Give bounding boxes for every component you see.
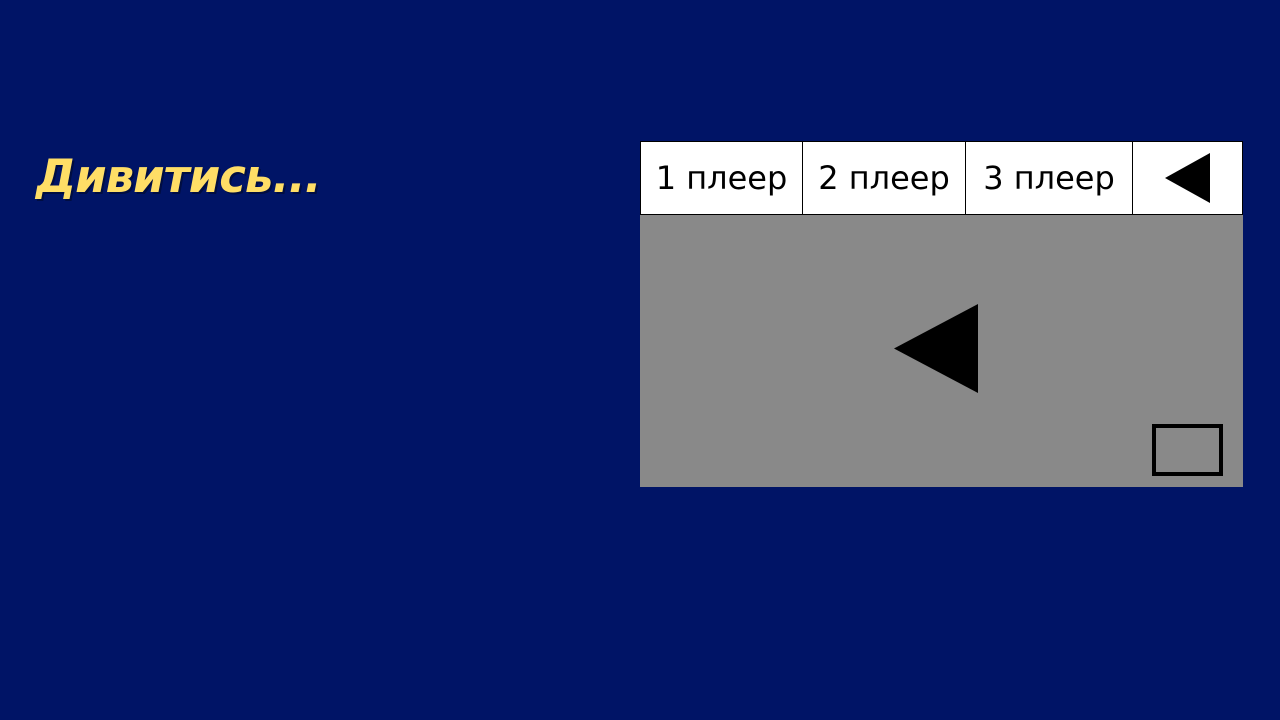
tab-player-3[interactable]: 3 плеер bbox=[966, 142, 1133, 214]
video-player: 1 плеер 2 плеер 3 плеер bbox=[640, 141, 1243, 487]
back-button[interactable] bbox=[1133, 142, 1242, 214]
triangle-left-icon bbox=[1164, 153, 1210, 203]
player-tabs: 1 плеер 2 плеер 3 плеер bbox=[640, 141, 1243, 215]
fullscreen-button[interactable] bbox=[1152, 424, 1223, 476]
tab-player-2[interactable]: 2 плеер bbox=[803, 142, 966, 214]
play-button[interactable] bbox=[894, 304, 978, 393]
tab-player-1[interactable]: 1 плеер bbox=[641, 142, 803, 214]
video-area[interactable] bbox=[640, 215, 1243, 487]
page-title: Дивитись... bbox=[36, 150, 322, 203]
triangle-left-icon bbox=[894, 304, 978, 393]
